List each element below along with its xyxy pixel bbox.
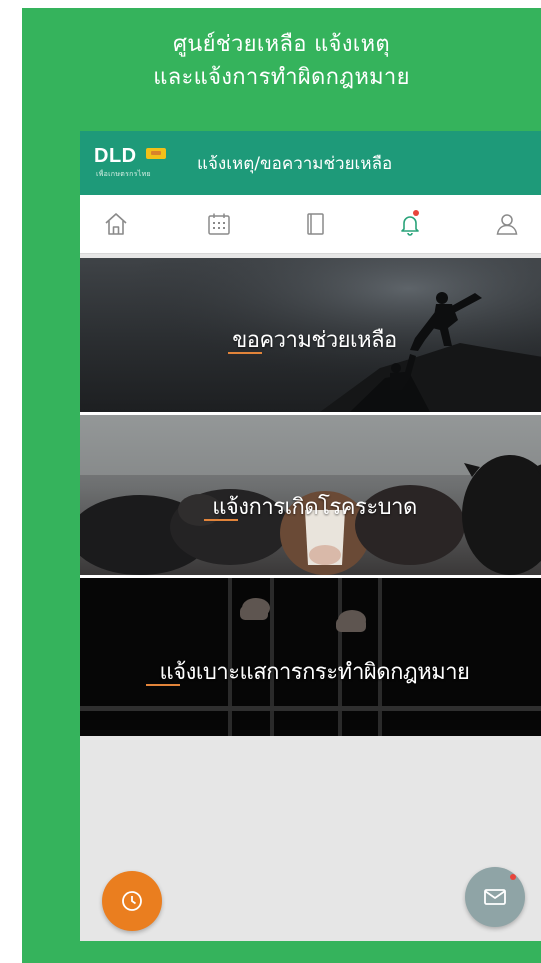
user-icon xyxy=(496,214,518,235)
tab-calendar[interactable] xyxy=(189,195,249,253)
app-bar-title: แจ้งเหตุ/ขอความช่วยเหลือ xyxy=(197,154,393,174)
phone-screen: DLD เพื่อเกษตรกรไทย แจ้งเหตุ/ขอความช่วยเ… xyxy=(80,131,541,941)
tab-home[interactable] xyxy=(86,195,146,253)
history-fab-button[interactable] xyxy=(102,871,162,931)
headline-line-1: ศูนย์ช่วยเหลือ แจ้งเหตุ xyxy=(172,32,390,57)
message-fab-button[interactable] xyxy=(465,867,525,927)
banner-help-label: ขอความช่วยเหลือ xyxy=(232,328,397,353)
promo-frame: ศูนย์ช่วยเหลือ แจ้งเหตุ และแจ้งการทำผิดก… xyxy=(22,8,541,963)
banner-report-illegal[interactable]: แจ้งเบาะแสการกระทำผิดกฎหมาย xyxy=(80,578,541,736)
promo-headline: ศูนย์ช่วยเหลือ แจ้งเหตุ และแจ้งการทำผิดก… xyxy=(22,28,541,94)
banner-outbreak[interactable]: แจ้งการเกิดโรคระบาด xyxy=(80,415,541,575)
tab-bar xyxy=(80,195,541,254)
bell-icon xyxy=(401,216,419,236)
banner-outbreak-label: แจ้งการเกิดโรคระบาด xyxy=(212,495,417,520)
tab-book[interactable] xyxy=(285,195,345,253)
mail-icon xyxy=(484,889,506,905)
notification-dot xyxy=(413,210,419,216)
dld-logo: DLD เพื่อเกษตรกรไทย xyxy=(94,145,170,181)
home-icon xyxy=(105,213,127,235)
logo-badge-icon xyxy=(146,148,166,159)
tab-notifications[interactable] xyxy=(380,195,440,253)
calendar-icon xyxy=(208,213,230,235)
banner-help[interactable]: ขอความช่วยเหลือ xyxy=(80,258,541,412)
banner-help-underline xyxy=(228,352,262,354)
message-notification-dot xyxy=(510,874,516,880)
headline-line-2: และแจ้งการทำผิดกฎหมาย xyxy=(153,65,410,90)
app-bar: DLD เพื่อเกษตรกรไทย แจ้งเหตุ/ขอความช่วยเ… xyxy=(80,131,541,195)
clock-icon xyxy=(122,891,142,911)
book-icon xyxy=(307,213,324,235)
banner-report-illegal-underline xyxy=(146,684,180,686)
logo-subtitle: เพื่อเกษตรกรไทย xyxy=(96,170,151,178)
tab-profile[interactable] xyxy=(477,195,537,253)
banner-outbreak-underline xyxy=(204,519,238,521)
logo-text: DLD xyxy=(94,145,137,167)
